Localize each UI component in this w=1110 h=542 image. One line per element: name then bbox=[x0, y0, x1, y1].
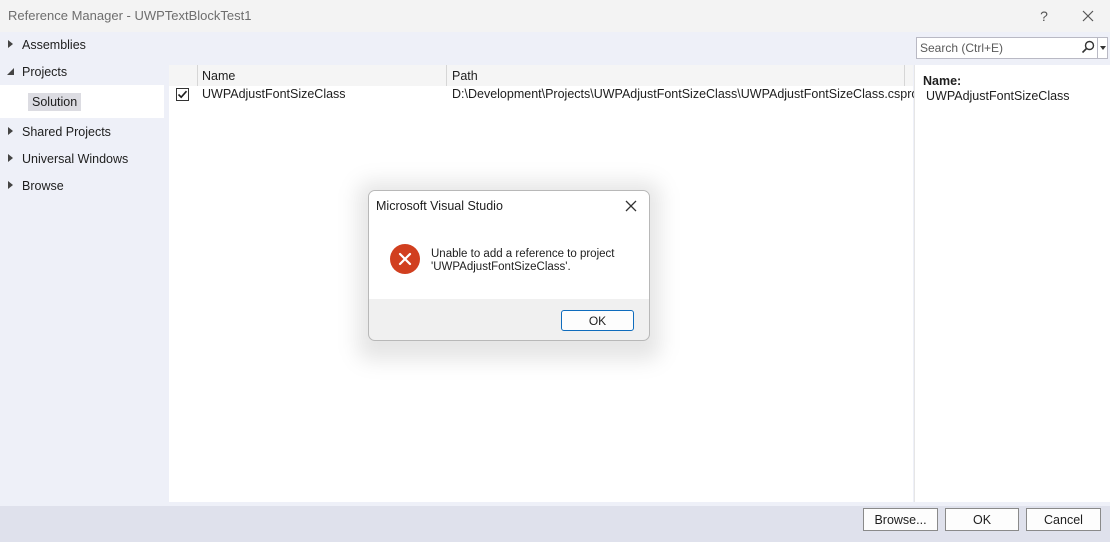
expand-arrow-icon bbox=[8, 154, 13, 162]
category-tree: Assemblies Projects Solution Shared Proj… bbox=[0, 32, 168, 504]
details-name-value: UWPAdjustFontSizeClass bbox=[926, 89, 1070, 103]
dialog-title: Microsoft Visual Studio bbox=[376, 199, 503, 213]
column-divider[interactable] bbox=[446, 65, 447, 86]
search-input[interactable] bbox=[917, 38, 1080, 58]
details-name-label: Name: bbox=[923, 74, 962, 88]
close-icon bbox=[625, 200, 637, 212]
collapse-arrow-icon bbox=[7, 68, 14, 75]
expand-arrow-icon bbox=[8, 40, 13, 48]
dialog-message: Unable to add a reference to project 'UW… bbox=[431, 248, 641, 274]
cancel-button[interactable]: Cancel bbox=[1026, 508, 1101, 531]
title-bar: Reference Manager - UWPTextBlockTest1 ? bbox=[0, 0, 1110, 32]
details-pane: Name: UWPAdjustFontSizeClass bbox=[914, 65, 1110, 502]
column-divider[interactable] bbox=[904, 65, 905, 86]
tree-item-label: Shared Projects bbox=[22, 125, 111, 139]
dialog-message-line: Unable to add a reference to project bbox=[431, 248, 615, 260]
tree-item-browse[interactable]: Browse bbox=[0, 173, 164, 200]
row-checkbox[interactable] bbox=[176, 88, 189, 101]
tree-item-label: Assemblies bbox=[22, 38, 86, 52]
tree-item-assemblies[interactable]: Assemblies bbox=[0, 32, 164, 59]
search-box bbox=[916, 37, 1108, 59]
help-button[interactable]: ? bbox=[1032, 5, 1056, 27]
row-name: UWPAdjustFontSizeClass bbox=[202, 87, 346, 101]
window-title: Reference Manager - UWPTextBlockTest1 bbox=[8, 8, 252, 23]
tree-item-label: Universal Windows bbox=[22, 152, 129, 166]
dialog-message-line: 'UWPAdjustFontSizeClass'. bbox=[431, 261, 571, 273]
tree-item-solution[interactable]: Solution bbox=[28, 93, 82, 111]
table-row[interactable]: UWPAdjustFontSizeClass D:\Development\Pr… bbox=[169, 86, 921, 104]
expand-arrow-icon bbox=[8, 127, 13, 135]
list-header: Name Path bbox=[169, 65, 913, 87]
browse-button[interactable]: Browse... bbox=[863, 508, 938, 531]
tree-item-shared-projects[interactable]: Shared Projects bbox=[0, 119, 164, 146]
dialog-body: Unable to add a reference to project 'UW… bbox=[369, 221, 649, 299]
error-icon bbox=[390, 244, 420, 274]
search-options-dropdown[interactable] bbox=[1097, 38, 1108, 58]
expand-arrow-icon bbox=[8, 181, 13, 189]
dialog-ok-button[interactable]: OK bbox=[561, 310, 634, 331]
close-icon bbox=[1082, 10, 1094, 22]
error-dialog: Microsoft Visual Studio Unable to add a … bbox=[368, 190, 650, 341]
window-close-button[interactable] bbox=[1076, 5, 1100, 27]
ok-button[interactable]: OK bbox=[945, 508, 1019, 531]
tree-item-solution-row[interactable] bbox=[0, 85, 164, 118]
footer-bar bbox=[0, 506, 1110, 542]
column-divider[interactable] bbox=[197, 65, 198, 86]
column-header-name[interactable]: Name bbox=[202, 69, 235, 83]
dialog-title-bar: Microsoft Visual Studio bbox=[369, 191, 649, 221]
search-icon[interactable] bbox=[1081, 40, 1095, 54]
dialog-close-button[interactable] bbox=[621, 196, 641, 216]
column-header-path[interactable]: Path bbox=[452, 69, 478, 83]
row-path: D:\Development\Projects\UWPAdjustFontSiz… bbox=[452, 87, 922, 101]
tree-item-label: Browse bbox=[22, 179, 64, 193]
tree-item-projects[interactable]: Projects bbox=[0, 59, 164, 86]
check-icon bbox=[177, 90, 188, 99]
tree-item-universal-windows[interactable]: Universal Windows bbox=[0, 146, 164, 173]
tree-item-label: Projects bbox=[22, 65, 68, 79]
